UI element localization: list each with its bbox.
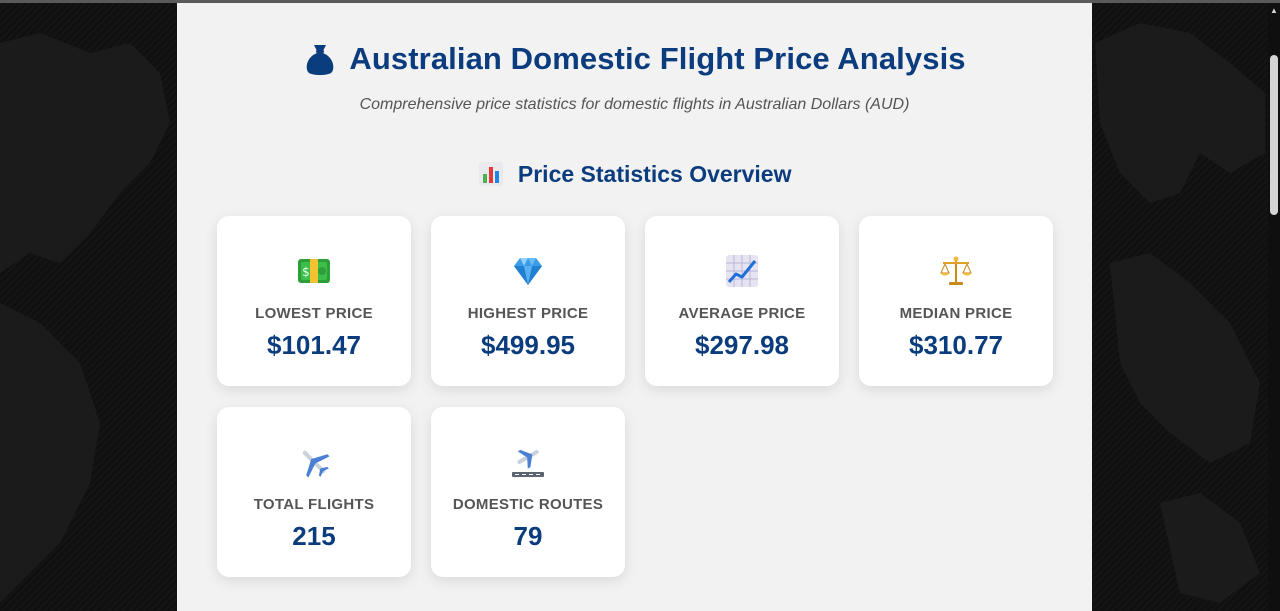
stat-label: AVERAGE PRICE (678, 305, 806, 322)
stat-card-total-flights: TOTAL FLIGHTS 215 (217, 407, 411, 577)
stat-label: LOWEST PRICE (255, 305, 373, 322)
stat-value: $499.95 (481, 330, 575, 360)
stats-grid: $ LOWEST PRICE $101.47 HIGHEST PRICE $49… (217, 216, 1053, 577)
stat-label: DOMESTIC ROUTES (452, 496, 604, 513)
stat-card-average-price: AVERAGE PRICE $297.98 (645, 216, 839, 386)
stat-value: $310.77 (909, 330, 1003, 360)
stat-card-lowest-price: $ LOWEST PRICE $101.47 (217, 216, 411, 386)
money-banknote-icon: $ (298, 259, 330, 283)
page-subtitle: Comprehensive price statistics for domes… (359, 96, 910, 113)
stat-value: $297.98 (695, 330, 789, 360)
scrollbar-thumb[interactable] (1270, 55, 1278, 215)
page-title: Australian Domestic Flight Price Analysi… (349, 41, 966, 76)
stat-label: MEDIAN PRICE (899, 305, 1013, 322)
diamond-icon (514, 258, 542, 285)
stat-card-median-price: MEDIAN PRICE $310.77 (859, 216, 1053, 386)
airplane-icon (302, 450, 330, 478)
page-header: Australian Domestic Flight Price Analysi… (177, 41, 1092, 114)
stat-value: $101.47 (267, 330, 361, 360)
stat-label: TOTAL FLIGHTS (253, 496, 375, 513)
bar-chart-icon (478, 162, 503, 186)
money-bag-icon (307, 45, 334, 75)
stat-label: HIGHEST PRICE (467, 305, 589, 322)
section-heading: Price Statistics Overview (177, 161, 1092, 188)
stat-value: 215 (292, 521, 336, 551)
stat-card-highest-price: HIGHEST PRICE $499.95 (431, 216, 625, 386)
trend-chart-icon (726, 255, 758, 287)
dashboard-page: Australian Domestic Flight Price Analysi… (177, 3, 1092, 611)
vertical-scrollbar[interactable]: ▲ (1268, 3, 1280, 611)
scroll-up-arrow-icon[interactable]: ▲ (1270, 7, 1278, 15)
section-title: Price Statistics Overview (517, 161, 792, 187)
scales-icon (940, 256, 972, 285)
svg-text:$: $ (302, 265, 310, 279)
airplane-departure-icon (512, 449, 544, 477)
stat-value: 79 (513, 521, 543, 551)
page-title-row: Australian Domestic Flight Price Analysi… (303, 41, 966, 77)
stat-card-domestic-routes: DOMESTIC ROUTES 79 (431, 407, 625, 577)
